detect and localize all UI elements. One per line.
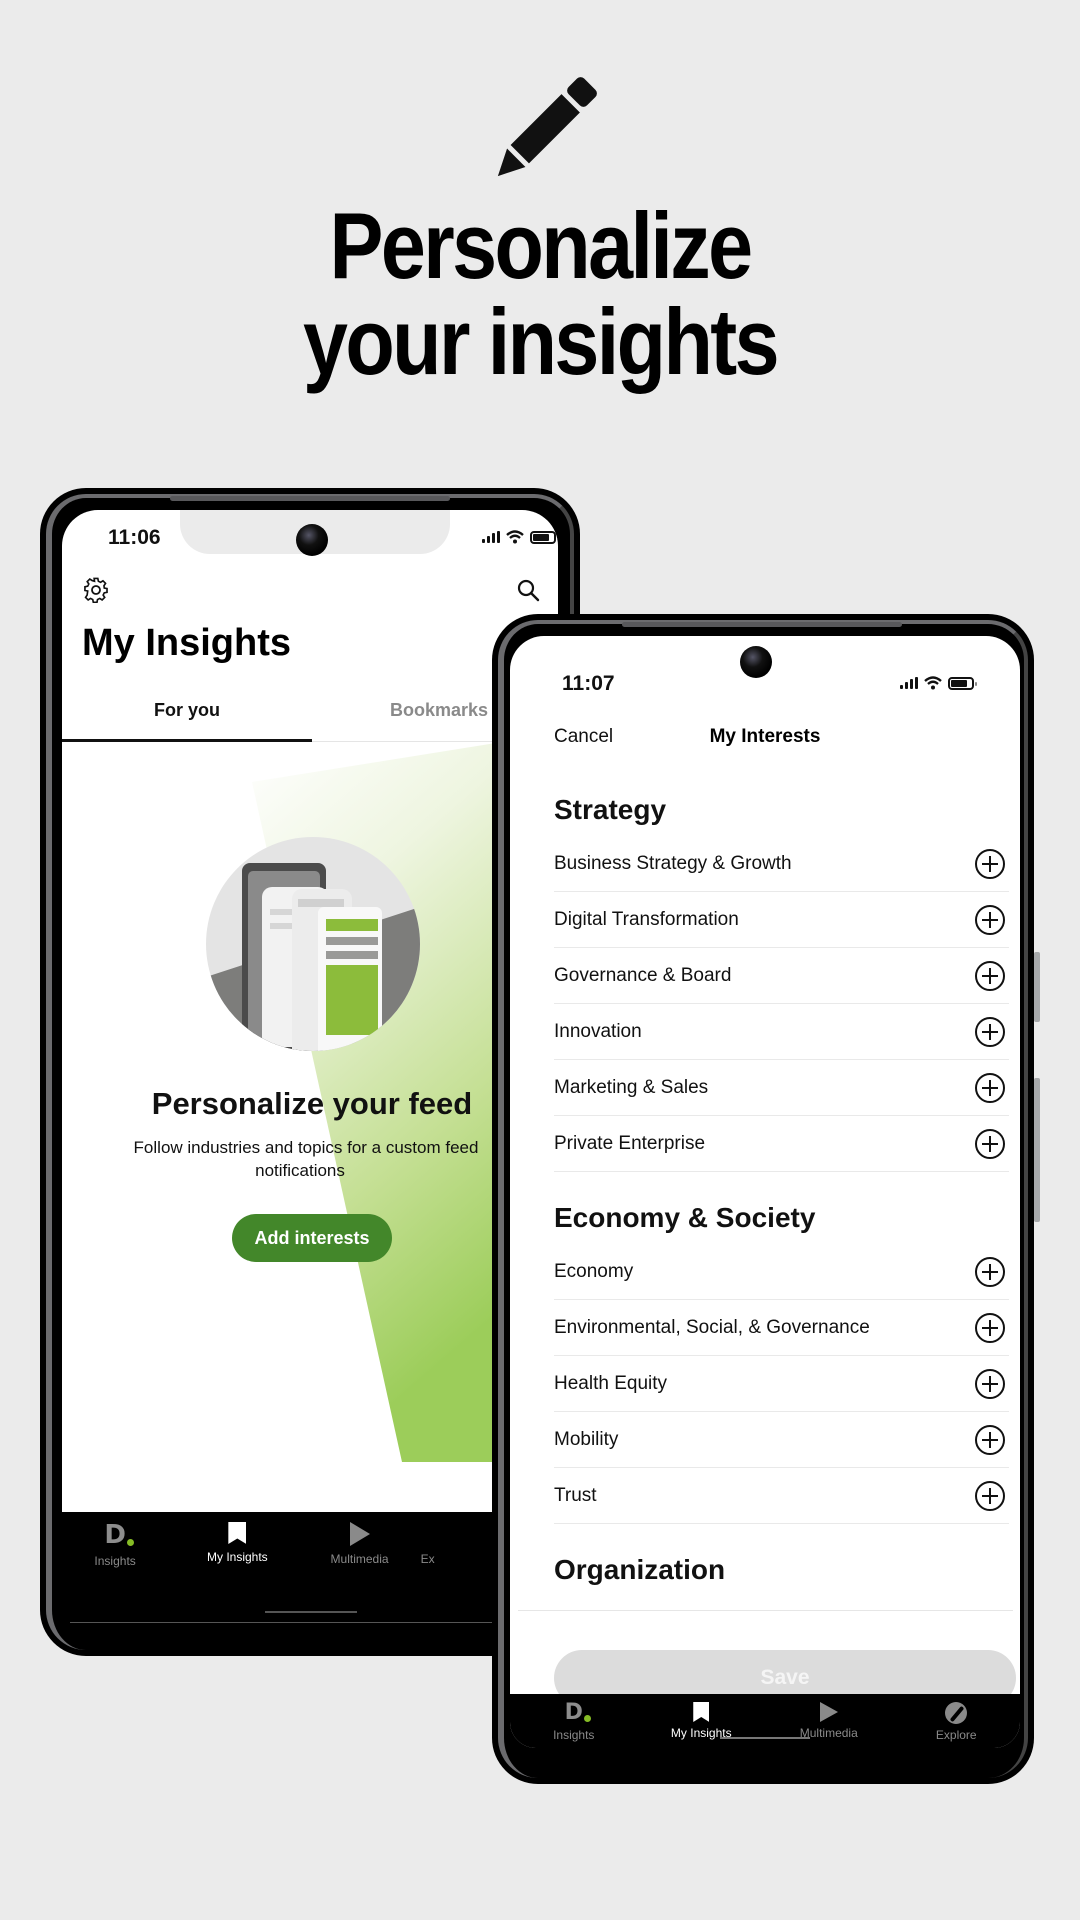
interest-row[interactable]: Environmental, Social, & Governance xyxy=(554,1300,1009,1356)
search-button[interactable] xyxy=(514,576,542,604)
nav-label: Insights xyxy=(553,1728,595,1742)
interest-row[interactable]: Trust xyxy=(554,1468,1009,1524)
nav-explore[interactable]: Explore xyxy=(893,1694,1021,1748)
add-circle-icon[interactable] xyxy=(975,1480,1005,1511)
status-icons xyxy=(482,530,558,544)
home-indicator xyxy=(265,1611,357,1613)
add-circle-icon[interactable] xyxy=(975,1072,1005,1103)
interest-label: Economy xyxy=(554,1260,634,1282)
nav-label: Insights xyxy=(94,1554,136,1568)
nav-multimedia[interactable]: Multimedia xyxy=(765,1694,893,1748)
nav-my-insights[interactable]: My Insights xyxy=(176,1512,298,1612)
search-icon xyxy=(517,579,540,602)
page-title: My Insights xyxy=(82,622,292,664)
phone-with-articles-illustration xyxy=(206,837,420,1051)
cancel-button[interactable]: Cancel xyxy=(554,726,613,748)
signal-icon xyxy=(900,677,918,689)
settings-button[interactable] xyxy=(82,576,110,604)
nav-my-insights[interactable]: My Insights xyxy=(638,1694,766,1748)
interest-label: Health Equity xyxy=(554,1372,668,1394)
add-circle-icon[interactable] xyxy=(975,960,1005,991)
interest-label: Business Strategy & Growth xyxy=(554,852,792,874)
nav-multimedia[interactable]: Multimedia xyxy=(298,1512,420,1612)
add-circle-icon[interactable] xyxy=(975,1128,1005,1159)
interest-label: Marketing & Sales xyxy=(554,1076,709,1098)
play-icon xyxy=(819,1702,838,1722)
add-circle-icon[interactable] xyxy=(975,1256,1005,1287)
add-circle-icon[interactable] xyxy=(975,904,1005,935)
section-title-organization: Organization xyxy=(554,1554,726,1585)
status-icons xyxy=(900,676,977,690)
my-interests-screen: 11:07 My Interests Cancel Strategy Busin… xyxy=(510,636,1020,1748)
bottom-nav: D Insights My Insights Multimedia Ex xyxy=(54,1512,494,1612)
gear-icon xyxy=(84,577,108,603)
empty-state-title: Personalize your feed xyxy=(151,1086,473,1121)
wifi-icon xyxy=(506,530,524,544)
add-interests-button[interactable]: Add interests xyxy=(232,1214,392,1262)
nav-insights[interactable]: D Insights xyxy=(510,1694,638,1748)
add-circle-icon[interactable] xyxy=(975,1368,1005,1399)
interest-row[interactable]: Private Enterprise xyxy=(554,1116,1009,1172)
interest-label: Private Enterprise xyxy=(554,1132,706,1154)
hero-title: Personalize your insights xyxy=(76,198,1005,390)
bezel-line xyxy=(70,1622,500,1623)
add-circle-icon[interactable] xyxy=(975,1312,1005,1343)
empty-state-description-line-1: Follow industries and topics for a custo… xyxy=(133,1138,479,1157)
interest-row[interactable]: Health Equity xyxy=(554,1356,1009,1412)
tab-bar: For you Bookmarks xyxy=(62,690,502,742)
home-indicator xyxy=(720,1737,810,1739)
signal-icon xyxy=(482,531,500,543)
nav-insights[interactable]: D Insights xyxy=(54,1512,176,1612)
status-time: 11:06 xyxy=(108,526,161,549)
bookmark-icon xyxy=(228,1522,247,1544)
bookmark-icon xyxy=(693,1702,710,1722)
hero-title-line-1: Personalize xyxy=(329,193,754,298)
interest-row[interactable]: Innovation xyxy=(554,1004,1009,1060)
section-title-economy-society: Economy & Society xyxy=(554,1202,816,1233)
interest-row[interactable]: Marketing & Sales xyxy=(554,1060,1009,1116)
battery-icon xyxy=(530,530,558,544)
compass-icon xyxy=(945,1702,968,1724)
empty-state-description: Follow industries and topics for a custo… xyxy=(92,1136,532,1182)
interest-label: Mobility xyxy=(554,1428,619,1450)
camera xyxy=(740,646,772,678)
interest-row[interactable]: Economy xyxy=(554,1244,1009,1300)
section-title-strategy: Strategy xyxy=(554,794,667,825)
nav-label: Ex xyxy=(420,1552,435,1566)
wifi-icon xyxy=(924,676,942,690)
interest-label: Environmental, Social, & Governance xyxy=(554,1316,870,1338)
nav-label: My Insights xyxy=(206,1550,268,1564)
deloitte-d-logo-icon: D xyxy=(104,1522,134,1548)
pencil-icon xyxy=(497,77,597,177)
interest-label: Trust xyxy=(554,1484,597,1506)
interest-row[interactable]: Governance & Board xyxy=(554,948,1009,1004)
interest-row[interactable]: Mobility xyxy=(554,1412,1009,1468)
interest-row[interactable]: Business Strategy & Growth xyxy=(554,836,1009,892)
bottom-nav: D Insights My Insights Multimedia Explor… xyxy=(510,1694,1020,1748)
tab-for-you[interactable]: For you xyxy=(62,690,312,742)
phone-my-interests: 11:07 My Interests Cancel Strategy Busin… xyxy=(492,614,1040,1784)
camera xyxy=(296,524,328,556)
hero-title-line-2: your insights xyxy=(302,289,780,394)
add-circle-icon[interactable] xyxy=(975,1424,1005,1455)
deloitte-d-logo-icon: D xyxy=(565,1702,591,1724)
add-circle-icon[interactable] xyxy=(975,848,1005,879)
add-circle-icon[interactable] xyxy=(975,1016,1005,1047)
interest-label: Innovation xyxy=(554,1020,642,1042)
divider xyxy=(518,1610,1013,1611)
play-icon xyxy=(349,1522,370,1546)
empty-state-description-line-2: notifications xyxy=(255,1161,345,1180)
nav-label: Explore xyxy=(935,1728,977,1742)
nav-label: Multimedia xyxy=(330,1552,389,1566)
nav-explore[interactable]: Ex xyxy=(421,1512,494,1612)
battery-icon xyxy=(948,676,977,690)
status-time: 11:07 xyxy=(562,672,615,695)
interest-label: Governance & Board xyxy=(554,964,732,986)
interest-label: Digital Transformation xyxy=(554,908,739,930)
interest-row[interactable]: Digital Transformation xyxy=(554,892,1009,948)
